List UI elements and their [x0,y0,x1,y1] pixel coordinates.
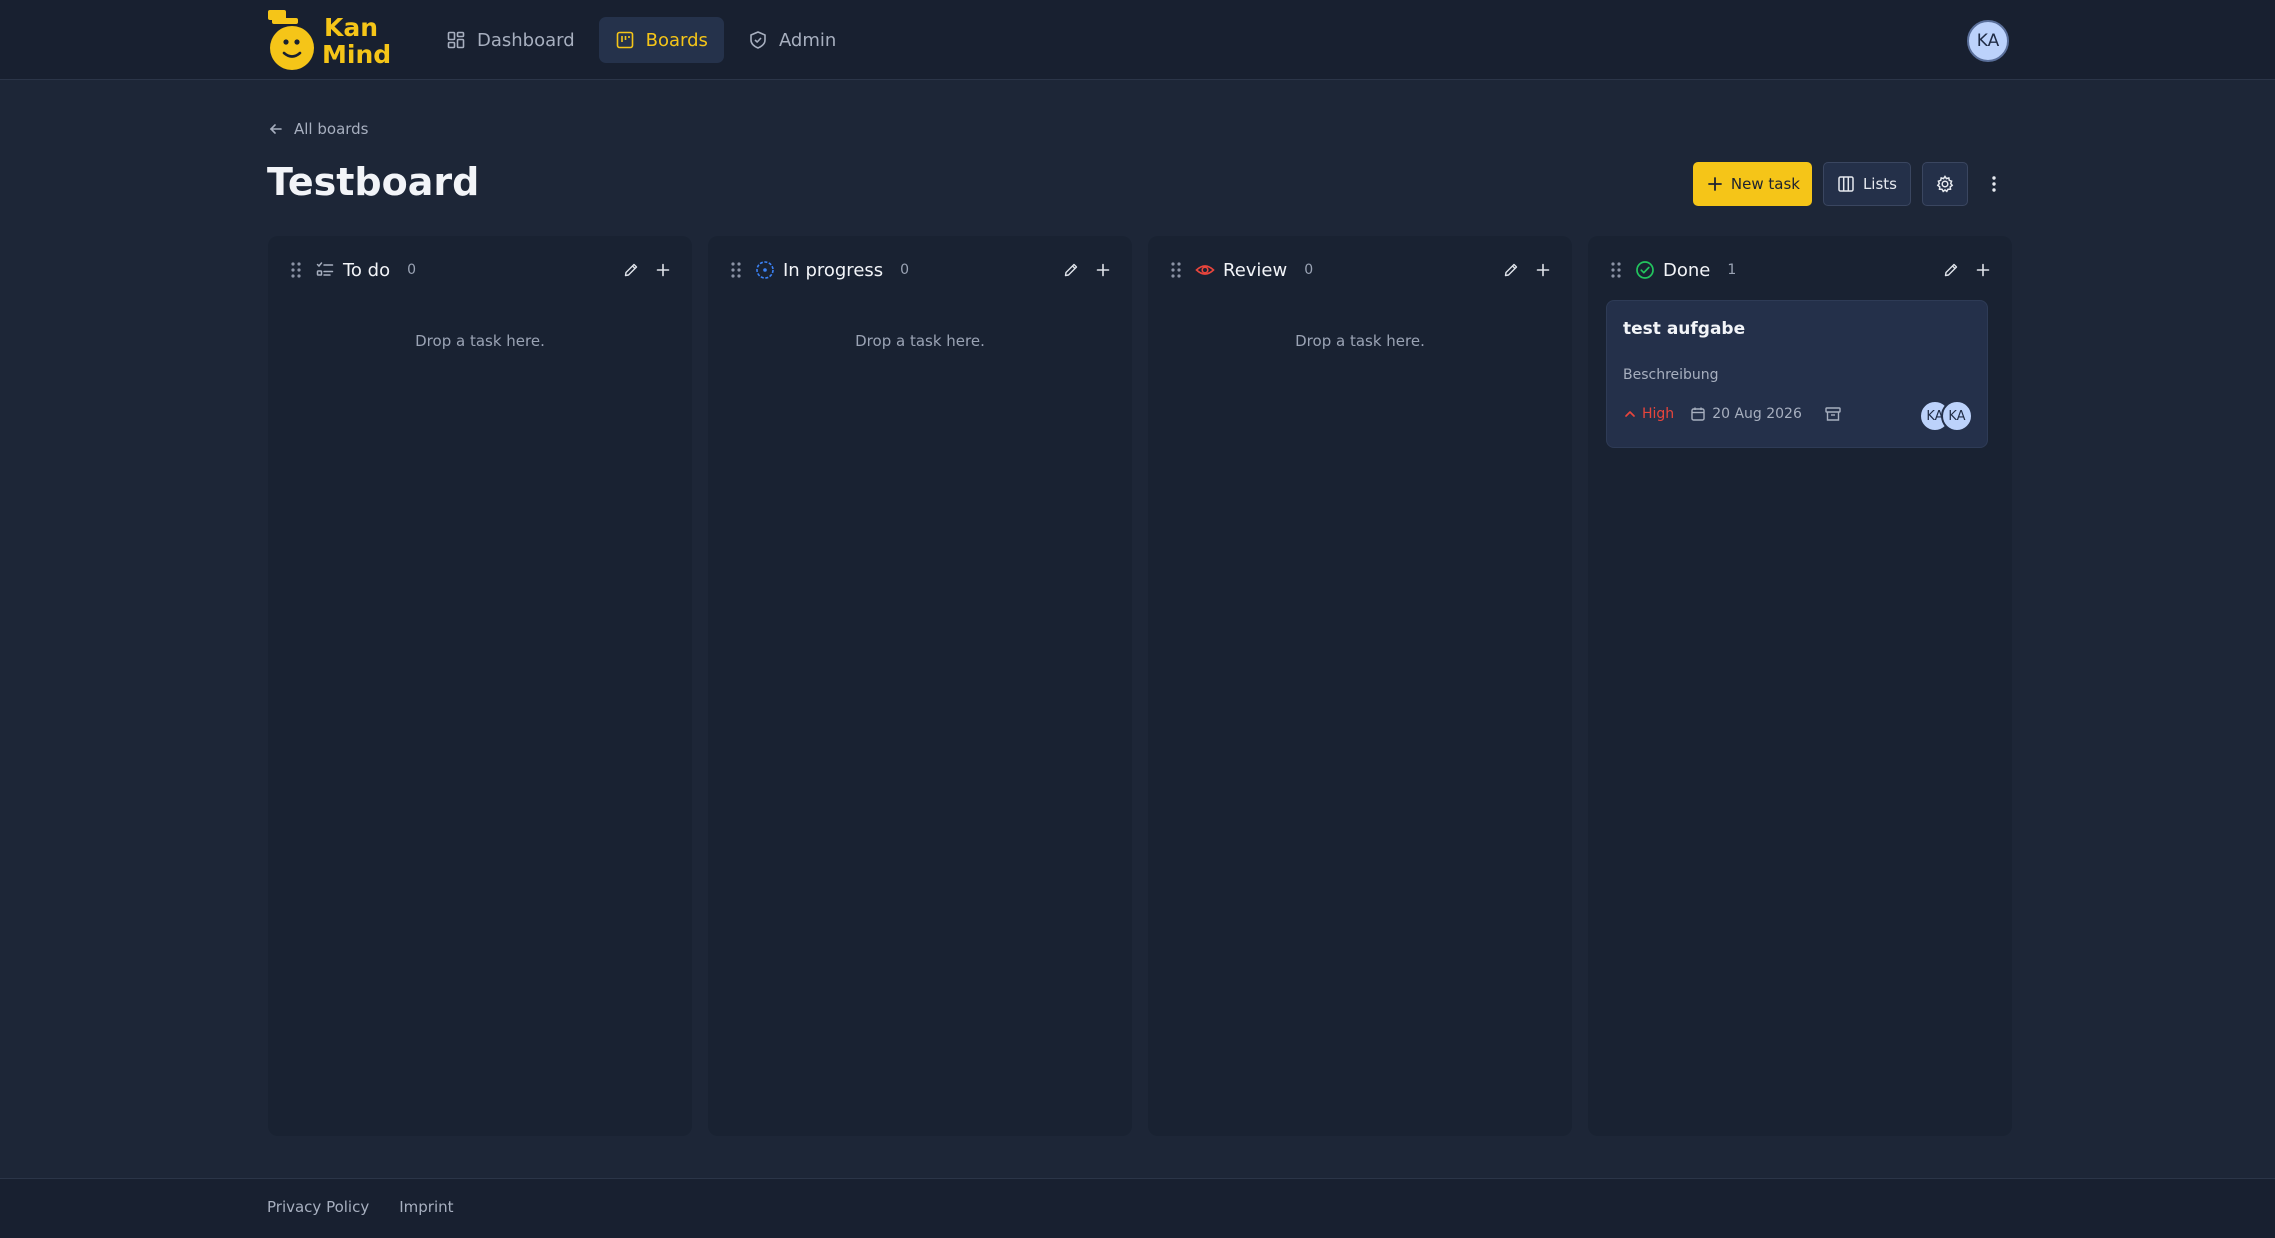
footer-links: Privacy Policy Imprint [267,1198,454,1216]
add-task-button[interactable] [1094,261,1112,279]
column-todo[interactable]: To do 0 Drop a task here. [268,236,692,1136]
imprint-link[interactable]: Imprint [399,1198,453,1216]
task-card[interactable]: test aufgabe Beschreibung High 20 Aug 20… [1606,300,1988,448]
gear-icon [1936,175,1954,193]
new-task-button[interactable]: New task [1692,162,1812,206]
chevron-up-icon [1625,411,1635,417]
column-task-count: 0 [1304,262,1314,278]
nav-item-label: Boards [645,29,708,51]
top-navbar: Kan Mind Dashboard Boards Admin KA [0,0,2275,80]
back-link-label: All boards [294,120,369,138]
new-task-label: New task [1730,175,1800,193]
page-title: Testboard [267,160,480,204]
task-title: test aufgabe [1623,319,1746,339]
footer: Privacy Policy Imprint [0,1178,2275,1238]
drag-handle-icon[interactable] [1608,261,1624,279]
column-task-count: 1 [1727,262,1737,278]
board-columns: To do 0 Drop a task here. In progress 0 … [268,236,2012,1136]
lists-view-button[interactable]: Lists [1822,162,1911,206]
column-tools [1942,261,1992,279]
kanmind-logo[interactable]: Kan Mind [266,8,402,72]
column-tools [622,261,672,279]
add-task-button[interactable] [1974,261,1992,279]
drag-handle-icon[interactable] [728,261,744,279]
board-actions: New task Lists [1692,162,2009,206]
privacy-policy-link[interactable]: Privacy Policy [267,1198,369,1216]
pencil-icon [1064,263,1078,277]
user-avatar[interactable]: KA [1967,20,2009,62]
archive-task-button[interactable] [1824,405,1842,423]
nav-item-admin[interactable]: Admin [732,17,852,63]
plus-icon [656,263,670,277]
checklist-icon [316,262,334,276]
board-settings-button[interactable] [1922,162,1968,206]
assignee-avatar[interactable]: KA [1941,400,1973,432]
column-tools [1062,261,1112,279]
column-title: In progress [783,259,884,281]
column-header: To do 0 [288,254,672,286]
drop-zone-hint: Drop a task here. [415,332,545,350]
column-task-count: 0 [900,262,910,278]
drag-handle-icon[interactable] [288,261,304,279]
eye-icon [1195,265,1215,275]
svg-text:Kan: Kan [324,13,378,42]
drop-zone-hint: Drop a task here. [1295,332,1425,350]
due-date-label: 20 Aug 2026 [1712,406,1802,422]
column-title: Review [1223,259,1288,281]
assignee-avatars: KA KA [1919,400,1973,432]
drop-zone-hint: Drop a task here. [855,332,985,350]
progress-icon [756,261,774,279]
plus-icon [1096,263,1110,277]
plus-icon [1536,263,1550,277]
edit-column-button[interactable] [1502,261,1520,279]
nav-item-label: Admin [778,29,837,51]
nav-item-boards[interactable]: Boards [598,17,724,63]
archive-icon [1825,407,1841,421]
arrow-left-icon [269,124,282,134]
add-task-button[interactable] [1534,261,1552,279]
column-in-progress[interactable]: In progress 0 Drop a task here. [708,236,1132,1136]
column-header: In progress 0 [728,254,1112,286]
column-tools [1502,261,1552,279]
board-icon [616,31,633,49]
task-meta: High 20 Aug 2026 [1623,405,1842,423]
column-header: Review 0 [1168,254,1552,286]
nav-item-dashboard[interactable]: Dashboard [430,17,591,63]
svg-text:Mind: Mind [322,40,391,69]
all-boards-link[interactable]: All boards [268,120,369,138]
task-description: Beschreibung [1623,367,1719,383]
column-task-count: 0 [407,262,417,278]
shield-icon [750,31,766,49]
due-date: 20 Aug 2026 [1690,406,1802,422]
edit-column-button[interactable] [622,261,640,279]
edit-column-button[interactable] [1062,261,1080,279]
column-review[interactable]: Review 0 Drop a task here. [1148,236,1572,1136]
column-done[interactable]: Done 1 test aufgabe Beschreibung High 20… [1588,236,2012,1136]
column-header: Done 1 [1608,254,1992,286]
priority-label: High [1642,406,1675,422]
pencil-icon [624,263,638,277]
plus-icon [1976,263,1990,277]
lists-label: Lists [1862,175,1897,193]
more-options-button[interactable] [1979,162,2009,206]
plus-icon [1707,177,1722,191]
add-task-button[interactable] [654,261,672,279]
pencil-icon [1504,263,1518,277]
pencil-icon [1944,263,1958,277]
edit-column-button[interactable] [1942,261,1960,279]
dashboard-icon [447,31,465,49]
column-title: Done [1663,259,1711,281]
columns-icon [1838,176,1854,192]
nav-item-label: Dashboard [477,29,575,51]
vertical-dots-icon [1992,176,1996,192]
check-circle-icon [1636,261,1654,279]
column-title: To do [343,259,391,281]
priority-indicator: High [1623,406,1674,422]
main-nav: Dashboard Boards Admin [430,17,852,63]
drag-handle-icon[interactable] [1168,261,1184,279]
calendar-icon [1691,407,1705,421]
